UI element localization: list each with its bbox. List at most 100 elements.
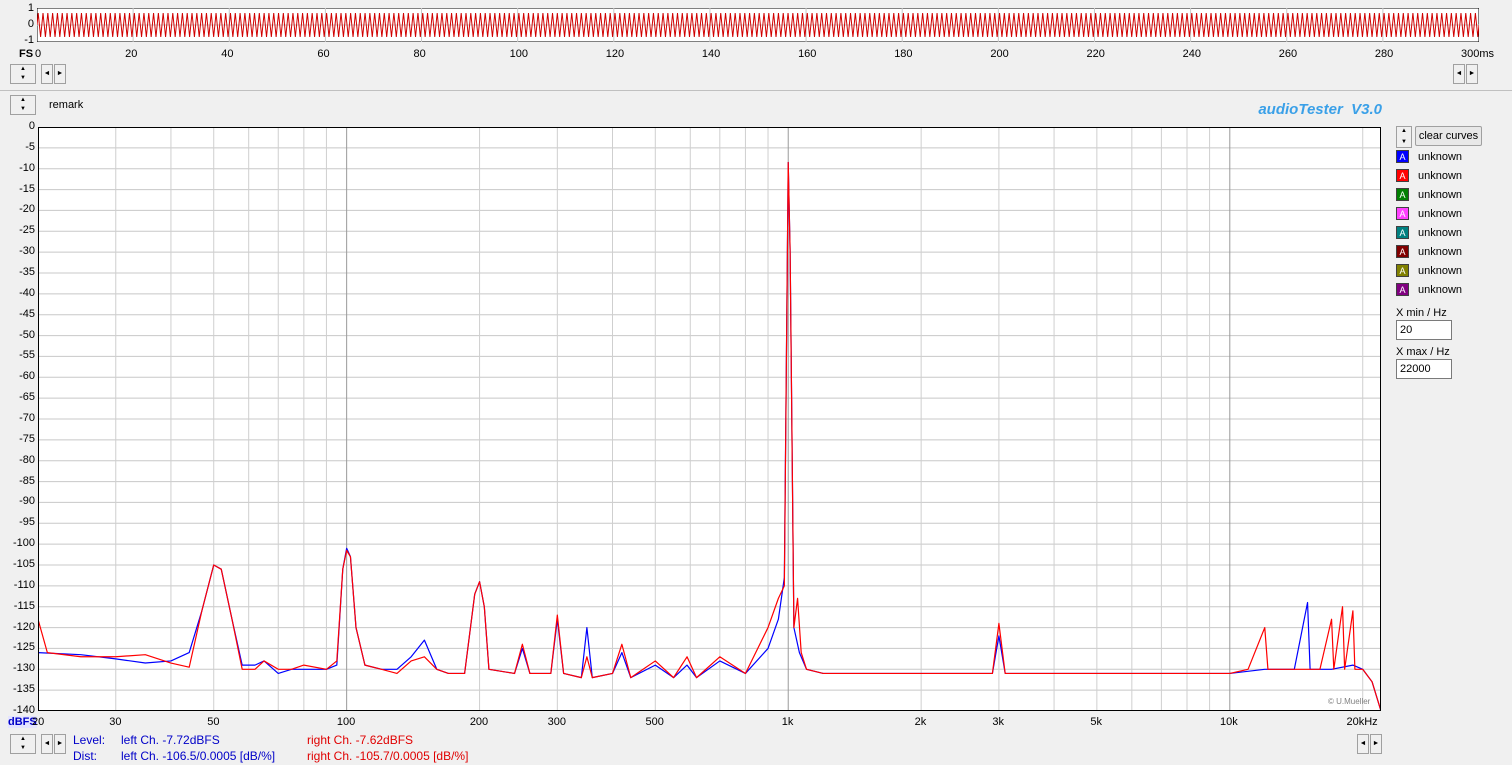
spin-up-icon[interactable]: ▲ [20,735,26,744]
scope-zoom-right-button[interactable]: ► [1466,64,1478,84]
curve-color-swatch[interactable]: A [1396,226,1409,239]
legend-label: unknown [1418,207,1463,220]
spin-down-icon[interactable]: ▼ [1401,138,1407,147]
spectrum-x-tick: 300 [547,716,566,728]
spectrum-y-tick: -115 [13,599,35,612]
spin-up-icon[interactable]: ▲ [1401,127,1407,136]
legend-item[interactable]: Aunknown [1396,167,1462,184]
curve-select-spinner[interactable]: ▲ ▼ [1396,126,1412,148]
chart-scroll-right-button[interactable]: ► [54,734,66,754]
scope-x-tick: 140 [701,48,721,60]
spectrum-x-tick: 20 [32,716,45,728]
legend-item[interactable]: Aunknown [1396,281,1462,298]
scope-amplitude-spinner[interactable]: ▲ ▼ [10,64,36,84]
clear-curves-button[interactable]: clear curves [1415,126,1482,146]
xmax-label: X max / Hz [1396,346,1450,358]
spin-down-icon[interactable]: ▼ [20,105,26,114]
spectrum-x-tick: 1k [781,716,794,728]
spectrum-y-tick: -40 [19,286,35,299]
spectrum-y-tick: -25 [19,224,35,237]
spectrum-x-tick: 30 [109,716,122,728]
spectrum-y-tick: -105 [12,558,35,570]
spectrum-y-tick: -60 [19,370,35,383]
scope-scroll-right-button[interactable]: ► [54,64,66,84]
dist-label: Dist: [73,749,97,763]
scope-x-tick: 120 [605,48,625,60]
remark-label[interactable]: remark [49,99,83,111]
spectrum-y-tick: -30 [19,245,35,258]
spectrum-y-tick: -85 [19,474,35,487]
legend-item[interactable]: Aunknown [1396,186,1462,203]
scope-x-tick: 40 [221,48,234,60]
scope-x-tick: 20 [125,48,138,60]
legend-label: unknown [1418,245,1463,258]
spin-up-icon[interactable]: ▲ [20,65,26,74]
legend-item[interactable]: Aunknown [1396,148,1462,165]
chart-zoom-left-button[interactable]: ◄ [1357,734,1369,754]
spectrum-x-tick: 2k [914,716,927,728]
left-channel-level: left Ch. -7.72dBFS [121,733,220,747]
legend-label: unknown [1418,264,1463,277]
spectrum-y-tick: -120 [12,620,35,633]
spectrum-y-tick: -95 [19,516,35,529]
legend-item[interactable]: Aunknown [1396,243,1462,260]
legend-label: unknown [1418,169,1463,182]
legend-label: unknown [1418,188,1463,201]
spectrum-y-tick: -45 [19,307,35,320]
spectrum-x-tick: 10k [1220,716,1238,728]
curve-color-swatch[interactable]: A [1396,207,1409,220]
scope-x-tick: 280 [1374,48,1394,60]
spectrum-y-tick: -140 [12,704,35,716]
legend-item[interactable]: Aunknown [1396,262,1462,279]
spectrum-y-tick: -110 [13,578,35,591]
spectrum-x-tick: 3k [992,716,1005,728]
scope-zoom-left-button[interactable]: ◄ [1453,64,1465,84]
scope-x-tick: 160 [798,48,817,60]
chart-scroll-left-button[interactable]: ◄ [41,734,53,754]
chart-zoom-right-button[interactable]: ► [1370,734,1382,754]
spectrum-y-tick: -50 [19,328,35,341]
scope-x-tick: 260 [1278,48,1298,60]
spectrum-y-tick: -80 [19,453,35,466]
scope-x-tick: 80 [413,48,426,60]
spectrum-y-tick: 0 [28,120,35,132]
spectrum-y-tick: -125 [12,641,35,654]
spin-down-icon[interactable]: ▼ [20,74,26,83]
scope-x-tick: 240 [1182,48,1201,60]
spectrum-y-tick: -20 [19,203,35,216]
curve-color-swatch[interactable]: A [1396,264,1409,277]
remark-spinner[interactable]: ▲ ▼ [10,95,36,115]
curve-color-swatch[interactable]: A [1396,150,1409,163]
curve-color-swatch[interactable]: A [1396,283,1409,296]
spin-up-icon[interactable]: ▲ [20,96,26,105]
spectrum-y-tick: -15 [19,182,35,195]
legend-item[interactable]: Aunknown [1396,224,1462,241]
level-spinner[interactable]: ▲ ▼ [10,734,36,754]
scope-x-tick: 180 [894,48,913,60]
legend-item[interactable]: Aunknown [1396,205,1462,222]
spectrum-x-tick: 5k [1090,716,1102,728]
scope-scroll-left-button[interactable]: ◄ [41,64,53,84]
spectrum-y-tick: -135 [12,683,35,696]
spectrum-x-tick: 100 [336,716,356,728]
scope-plot [37,8,1479,42]
legend-label: unknown [1418,226,1463,239]
spectrum-y-tick: -5 [25,140,35,153]
right-channel-dist: right Ch. -105.7/0.0005 [dB/%] [307,749,469,763]
section-divider [0,90,1512,91]
spectrum-y-tick: -65 [19,391,35,404]
spectrum-x-tick: 50 [207,716,220,728]
spectrum-y-tick: -90 [19,495,35,508]
xmin-input[interactable]: 20 [1396,320,1452,340]
curve-color-swatch[interactable]: A [1396,169,1409,182]
scope-unit-label: FS [19,48,34,60]
curve-color-swatch[interactable]: A [1396,188,1409,201]
xmax-input[interactable]: 22000 [1396,359,1452,379]
spectrum-x-tick: 200 [469,716,489,728]
spectrum-y-tick: -35 [19,266,35,278]
spectrum-x-tick: 500 [645,716,664,728]
spectrum-y-tick: -70 [19,412,35,424]
spectrum-y-tick: -100 [12,537,35,550]
spin-down-icon[interactable]: ▼ [20,744,26,753]
curve-color-swatch[interactable]: A [1396,245,1409,258]
